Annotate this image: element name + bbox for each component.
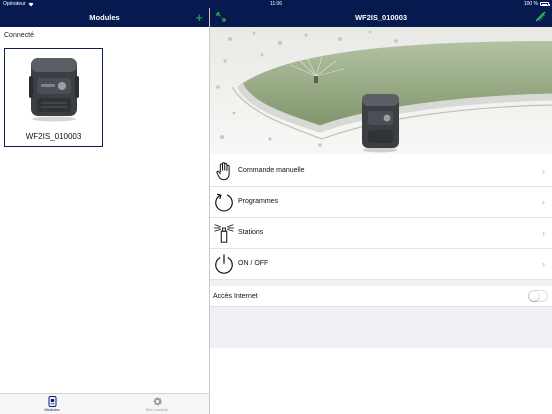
menu-item-onoff[interactable]: ON / OFF › [210,249,552,280]
modules-nav-bar: Modules + [0,8,209,27]
toggle-knob [529,291,539,301]
power-icon [215,254,233,274]
hand-icon [216,162,230,181]
chevron-right-icon: › [542,228,545,238]
group-footer [210,307,552,348]
menu-item-stations[interactable]: Stations › [210,218,552,249]
device-name: WF2IS_010003 [25,132,82,141]
tab-account-label: Mon compte [145,407,168,412]
internet-access-label: Accès Internet [213,293,258,300]
chevron-right-icon: › [542,259,545,269]
menu-item-manual[interactable]: Commande manuelle › [210,156,552,187]
internet-access-toggle[interactable] [528,290,548,302]
section-connected-label: Connecté [4,32,34,39]
tab-modules[interactable]: Modules [0,395,104,412]
modules-list: Connecté WF2IS_010003 [0,27,209,393]
plus-icon[interactable]: + [195,9,203,26]
sprinkler-station-icon [213,224,235,243]
chevron-right-icon: › [542,166,545,176]
menu-item-programs[interactable]: Programmes › [210,187,552,218]
battery-icon [540,2,550,6]
battery-percent: 100 % [523,1,538,7]
empty-area [210,348,552,414]
status-bar: Opérateur 11:06 100 % [0,0,552,8]
refresh-cycle-icon [215,193,233,212]
signal-icon[interactable] [535,11,546,22]
menu-item-programs-label: Programmes [238,198,279,205]
controller-device-icon [29,58,79,122]
gear-icon [153,397,162,406]
status-time: 11:06 [269,1,283,7]
device-nav-bar: WF2IS_010003 [210,8,552,27]
garden-photo [210,27,552,154]
device-hero-image [210,27,552,154]
device-menu: Commande manuelle › Programmes › Station… [210,156,552,280]
tab-account[interactable]: Mon compte [105,395,209,412]
tab-bar: Modules Mon compte [0,393,209,414]
menu-item-onoff-label: ON / OFF [238,260,269,267]
battery-group: 100 % [523,0,550,8]
chevron-right-icon: › [542,197,545,207]
menu-item-stations-label: Stations [238,229,264,236]
internet-access-row: Accès Internet [210,286,552,307]
menu-item-manual-label: Commande manuelle [238,167,305,174]
modules-title: Modules [89,13,120,22]
device-title: WF2IS_010003 [354,13,408,22]
modules-tab-icon [48,396,56,407]
tab-modules-label: Modules [44,407,60,412]
device-card[interactable]: WF2IS_010003 [4,48,103,147]
